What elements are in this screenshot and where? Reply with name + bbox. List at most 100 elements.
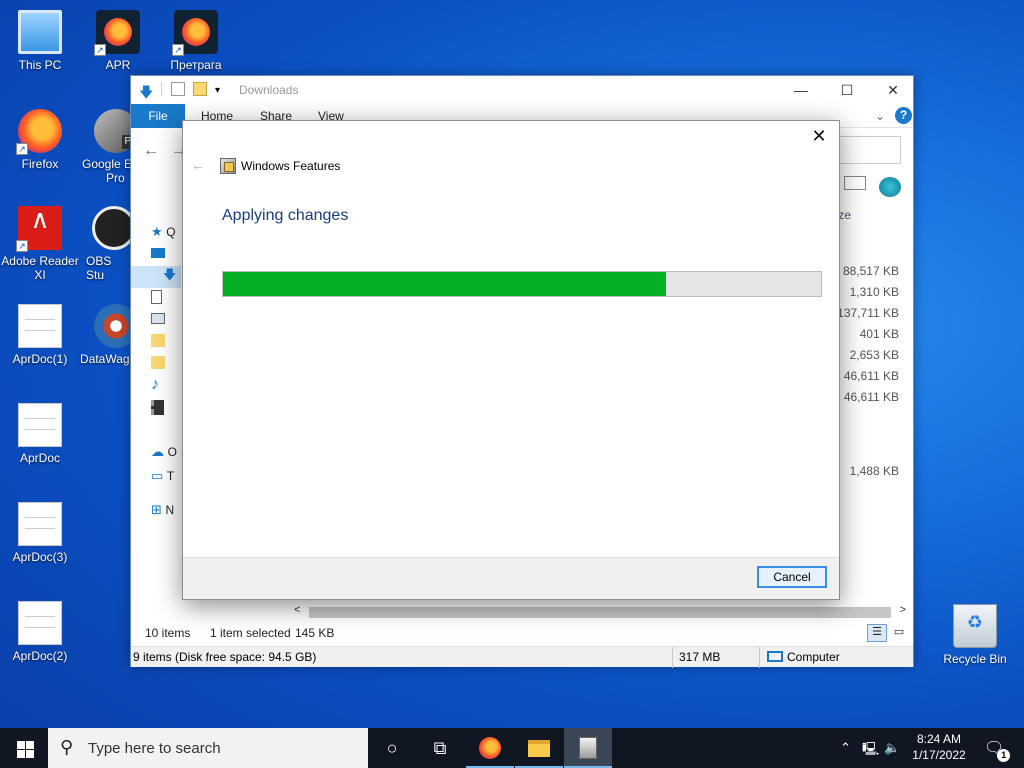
timeline-icon[interactable]: ⧉ [416,728,464,768]
item-count: 10 items [145,626,191,640]
back-arrow-icon: ← [191,157,205,173]
datawagon-icon [94,304,130,348]
scrollbar-thumb[interactable] [309,607,891,618]
dialog-title: Windows Features [241,159,341,173]
firefox-icon: ↗ [172,10,218,56]
desktop-icon-pretraga[interactable]: ↗ Претрага [156,10,236,72]
scroll-right-arrow-icon[interactable]: > [900,604,906,616]
taskbar-firefox[interactable] [466,728,514,768]
obs-icon [92,206,130,250]
show-hidden-icons-chevron-icon[interactable]: ⌃ [840,740,851,756]
horizontal-scrollbar[interactable]: < > [291,604,909,620]
downloads-folder-icon[interactable]: 🡇 [131,266,181,288]
windows-features-dialog[interactable]: ✕ ← Windows Features Applying changes Ca… [182,120,840,600]
tab-file[interactable]: File [131,104,185,128]
taskbar: ⚲ Type here to search ○ ⧉ ⌃ 🖳 🔈 8:24 AM … [0,728,1024,768]
column-header-size[interactable]: ze [838,208,851,222]
divider [759,647,760,668]
document-icon [18,502,62,546]
windows-features-icon [220,158,236,174]
expand-ribbon-chevron-icon[interactable]: ⌄ [875,109,885,123]
desktop-icon-this-pc[interactable]: This PC [0,10,80,72]
help-icon[interactable]: ? [895,107,912,124]
desktop-icon-firefox[interactable]: ↗ Firefox [0,109,80,171]
onedrive-cloud-icon[interactable]: ☁ O [151,444,181,466]
pictures-folder-icon[interactable] [151,312,181,334]
desktop-icon-label: This PC [18,58,62,72]
desktop-icon-aprdoc-2[interactable]: AprDoc(2) [0,601,80,663]
large-icons-view-button[interactable]: ▭ [889,624,909,642]
properties-icon[interactable] [171,82,185,96]
task-view-button[interactable]: ○ [368,728,416,768]
back-arrow-icon[interactable]: ← [143,142,159,160]
firefox-icon: ↗ [94,10,140,56]
location-label: Computer [787,650,840,664]
status-heading: Applying changes [222,207,349,224]
document-icon [18,601,62,645]
minimize-button[interactable]: — [778,80,824,102]
desktop-icon-aprdoc-1[interactable]: AprDoc(1) [0,304,80,366]
divider [672,647,673,668]
windows-features-icon [579,737,597,759]
videos-folder-icon[interactable] [151,400,181,422]
preview-pane-icon[interactable] [843,176,866,190]
desktop-icon-aprdoc-3[interactable]: AprDoc(3) [0,502,80,564]
desktop-icon-label: APR [105,58,131,72]
this-pc-icon[interactable]: ▭ T [151,468,181,490]
maximize-button[interactable]: ☐ [824,80,870,102]
music-note-icon[interactable]: ♪ [151,376,181,398]
desktop-icon-obs[interactable]: OBS Stu [78,206,130,282]
desktop-icon-apr[interactable]: ↗ APR [78,10,158,72]
network-icon[interactable]: 🖳 [862,740,879,762]
folder-icon [528,740,550,757]
dialog-footer: Cancel [183,557,839,599]
taskbar-windows-features[interactable] [564,728,612,768]
volume-muted-icon[interactable]: 🔈 [884,740,900,756]
folder-icon[interactable] [151,356,181,378]
progress-bar-fill [223,272,666,296]
desktop-icon-label: Recycle Bin [943,652,1007,666]
shell-icon[interactable] [879,176,901,197]
explorer-title-bar[interactable]: 🡇 ▾ Downloads — ☐ ✕ [131,76,913,104]
details-view-button[interactable]: ☰ [867,624,887,642]
search-placeholder: Type here to search [88,740,221,757]
quick-access-star-icon[interactable]: ★ Q [151,224,181,246]
time: 8:24 AM [916,732,962,746]
firefox-icon: ↗ [16,109,62,155]
close-button[interactable]: ✕ [870,80,916,102]
desktop-icon-label: AprDoc(2) [12,649,68,663]
disk-status-bar: 9 items (Disk free space: 94.5 GB) 317 M… [131,646,913,668]
new-folder-icon[interactable] [193,82,207,96]
window-title: Downloads [239,83,299,97]
windows-logo-icon [17,741,25,749]
desktop-folder-icon[interactable] [151,246,181,268]
desktop-icon-label: Firefox [21,157,59,171]
separator [161,82,162,96]
folder-icon[interactable] [151,334,181,356]
view-toolbar [843,176,901,197]
recycle-bin-icon [953,604,997,648]
desktop-icon-label: AprDoc [19,451,60,465]
taskbar-search-box[interactable]: ⚲ Type here to search [48,728,368,768]
adobe-reader-icon: ↗ [16,206,62,252]
download-arrow-icon: 🡇 [139,84,154,100]
cancel-button[interactable]: Cancel [757,566,827,588]
documents-folder-icon[interactable] [151,290,181,312]
desktop-icon-recycle-bin[interactable]: Recycle Bin [935,604,1015,666]
document-icon [18,403,62,447]
desktop-icon-adobe-reader[interactable]: ↗ Adobe Reader XI [0,206,80,282]
network-icon[interactable]: ⊞ N [151,502,181,524]
search-input[interactable] [837,136,901,164]
start-button[interactable] [0,728,48,768]
desktop-icon-aprdoc[interactable]: AprDoc [0,403,80,465]
selection-info: 1 item selected [210,626,291,640]
desktop-icon-label-line2: XI [34,268,46,282]
customize-toolbar-chevron-icon[interactable]: ▾ [215,85,220,96]
close-button[interactable]: ✕ [807,127,831,147]
desktop-icon-datawag[interactable]: DataWag [78,304,130,366]
action-center-button[interactable]: 🗨 1 [984,738,1011,762]
clock[interactable]: 8:24 AM 1/17/2022 [904,731,974,763]
selection-size: 145 KB [295,626,335,640]
scroll-left-arrow-icon[interactable]: < [294,604,300,616]
taskbar-file-explorer[interactable] [515,728,563,768]
